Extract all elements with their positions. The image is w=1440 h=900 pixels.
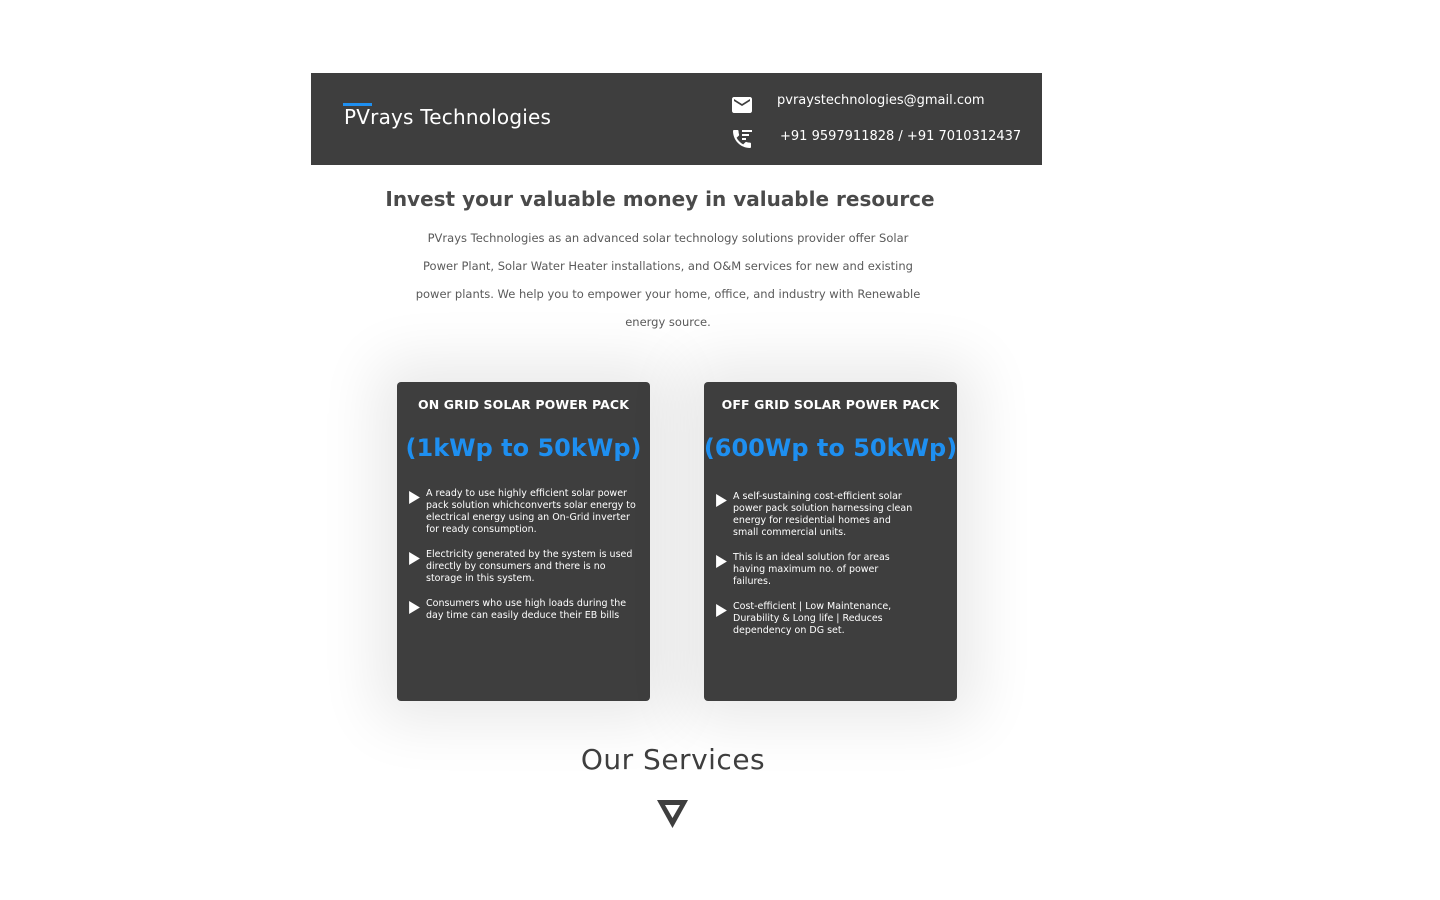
bullet-text: Electricity generated by the system is u…	[426, 549, 633, 584]
list-item: This is an ideal solution for areas havi…	[715, 552, 925, 588]
play-arrow-icon	[409, 601, 420, 614]
brand-logo[interactable]: PVrays Technologies	[344, 105, 551, 129]
list-item: Consumers who use high loads during the …	[408, 598, 638, 622]
bullet-text: Consumers who use high loads during the …	[426, 598, 627, 621]
mail-icon	[732, 97, 752, 113]
play-arrow-icon	[409, 552, 420, 565]
off-grid-card: OFF GRID SOLAR POWER PACK (600Wp to 50kW…	[704, 382, 957, 701]
bullet-text: Cost-efficient | Low Maintenance, Durabi…	[733, 601, 892, 636]
down-triangle-icon[interactable]	[656, 799, 689, 829]
phone-numbers[interactable]: +91 9597911828 / +91 7010312437	[780, 129, 1021, 144]
play-arrow-icon	[409, 491, 420, 504]
play-arrow-icon	[716, 604, 727, 617]
card-title: OFF GRID SOLAR POWER PACK	[721, 397, 940, 412]
site-header: PVrays Technologies pvraystechnologies@g…	[311, 73, 1042, 165]
page-headline: Invest your valuable money in valuable r…	[385, 187, 935, 211]
bullet-text: A ready to use highly efficient solar po…	[426, 488, 636, 535]
list-item: A ready to use highly efficient solar po…	[408, 488, 638, 536]
card-title: ON GRID SOLAR POWER PACK	[418, 397, 629, 412]
play-arrow-icon	[716, 494, 727, 507]
list-item: A self-sustaining cost-efficient solar p…	[715, 491, 925, 539]
bullet-text: A self-sustaining cost-efficient solar p…	[733, 491, 913, 538]
phone-contact[interactable]: +91 9597911828 / +91 7010312437	[730, 126, 1021, 152]
on-grid-card: ON GRID SOLAR POWER PACK (1kWp to 50kWp)…	[397, 382, 650, 701]
email-contact[interactable]: pvraystechnologies@gmail.com	[730, 92, 985, 118]
services-heading: Our Services	[580, 743, 766, 776]
phone-icon	[733, 130, 752, 148]
card-range: (1kWp to 50kWp)	[405, 434, 642, 462]
bullet-text: This is an ideal solution for areas havi…	[733, 552, 890, 587]
play-arrow-icon	[716, 555, 727, 568]
intro-paragraph: PVrays Technologies as an advanced solar…	[415, 231, 921, 329]
card-range: (600Wp to 50kWp)	[703, 434, 958, 462]
page: PVrays Technologies pvraystechnologies@g…	[0, 0, 1440, 900]
email-address[interactable]: pvraystechnologies@gmail.com	[777, 93, 985, 108]
list-item: Cost-efficient | Low Maintenance, Durabi…	[715, 601, 925, 637]
list-item: Electricity generated by the system is u…	[408, 549, 638, 585]
